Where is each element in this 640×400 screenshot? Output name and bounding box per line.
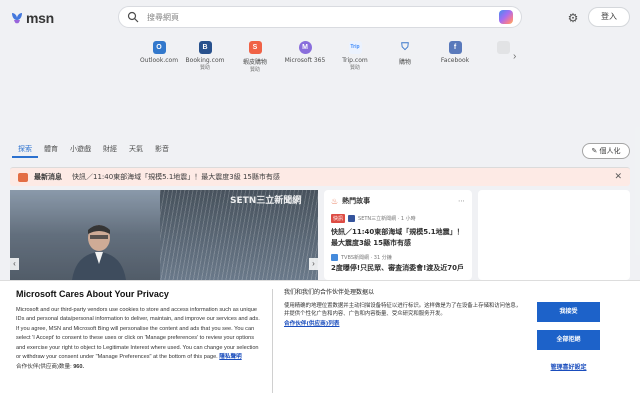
partners-count-label: 合作伙伴(供应商)数量: <box>16 364 72 371</box>
reject-all-button[interactable]: 全部拒絕 <box>537 330 600 350</box>
consent-title: Microsoft Cares About Your Privacy <box>16 289 169 299</box>
partners-count-line: 合作伙伴(供应商)数量: 960. <box>16 362 262 370</box>
manage-preferences-link[interactable]: 管理喜好設定 <box>537 362 600 371</box>
accept-button[interactable]: 我接受 <box>537 302 600 322</box>
partners-count: 960. <box>73 364 85 371</box>
consent-purposes-title: 我们和我们的合作伙伴处理数据以 <box>284 289 375 296</box>
page-overlay <box>0 0 640 280</box>
consent-left-section: Microsoft Cares About Your Privacy Micro… <box>16 289 262 370</box>
partners-list-link[interactable]: 合作伙伴(供应商)列表 <box>284 319 524 327</box>
consent-purposes-body: 使用精确的地理位置数据并主动扫描设备特征以进行标识。这样做是为了在设备上存储和访… <box>284 303 522 318</box>
consent-body-text: Microsoft and our third-party vendors us… <box>16 307 260 361</box>
consent-divider <box>272 289 273 393</box>
consent-body: Microsoft and our third-party vendors us… <box>16 306 262 362</box>
privacy-statement-link[interactable]: 隱私聲明 <box>219 354 241 360</box>
consent-purposes-section: 我们和我们的合作伙伴处理数据以 使用精确的地理位置数据并主动扫描设备特征以进行标… <box>284 287 524 327</box>
